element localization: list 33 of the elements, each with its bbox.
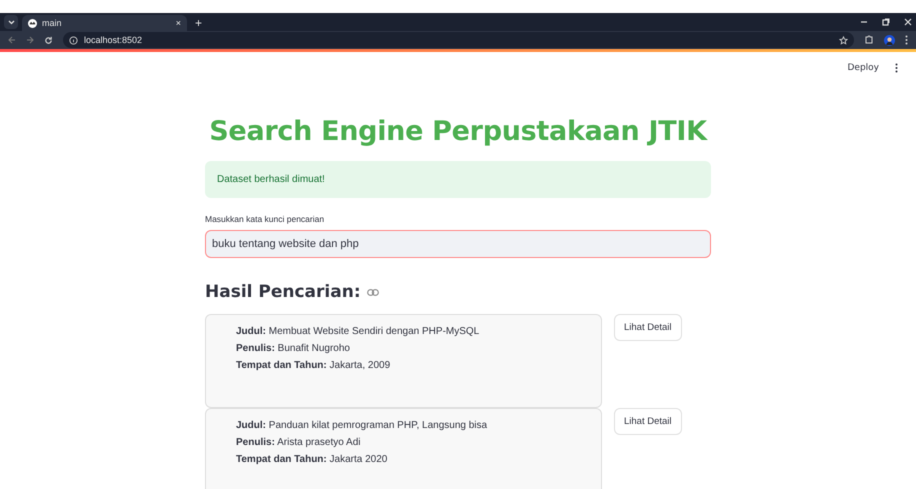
result-field: Penulis: Bunafit Nugroho [236, 343, 571, 354]
link-icon[interactable] [366, 288, 379, 296]
reload-icon[interactable] [44, 36, 53, 44]
tab-search-button[interactable] [4, 15, 18, 29]
result-field: Penulis: Arista prasetyo Adi [236, 437, 571, 448]
star-icon[interactable] [839, 36, 848, 44]
extensions-icon[interactable] [864, 35, 874, 45]
menu-icon[interactable] [895, 63, 898, 73]
app-icon [28, 18, 37, 28]
back-icon[interactable] [8, 36, 16, 44]
detail-button[interactable]: Lihat Detail [614, 408, 682, 435]
result-field: Tempat dan Tahun: Jakarta 2020 [236, 454, 571, 465]
new-tab-button[interactable]: + [191, 15, 206, 31]
page-title: Search Engine Perpustakaan JTIK [208, 116, 709, 147]
search-label: Masukkan kata kunci pencarian [205, 214, 326, 224]
result-field: Judul: Panduan kilat pemrograman PHP, Langsung bisa [236, 420, 571, 431]
info-icon[interactable] [69, 36, 78, 44]
deploy-button[interactable]: Deploy [845, 61, 881, 75]
detail-button[interactable]: Lihat Detail [614, 314, 682, 341]
forward-icon[interactable] [26, 36, 34, 44]
caret-icon [8, 20, 14, 24]
result-field: Tempat dan Tahun: Jakarta, 2009 [236, 360, 571, 371]
close-icon[interactable] [904, 18, 912, 26]
result-field: Judul: Membuat Website Sendiri dengan PHP-MySQL [236, 326, 571, 337]
success-alert: Dataset berhasil dimuat! [205, 161, 711, 198]
address-bar[interactable]: localhost:8502 [63, 32, 854, 48]
restore-icon[interactable] [882, 18, 890, 26]
avatar-icon[interactable] [884, 34, 895, 46]
results-heading: Hasil Pencarian: [205, 282, 361, 302]
search-field[interactable]: buku tentang website dan php [205, 230, 711, 258]
menu-icon[interactable] [905, 35, 908, 45]
close-icon[interactable]: × [176, 18, 181, 28]
browser-tab[interactable]: main × [22, 15, 187, 31]
